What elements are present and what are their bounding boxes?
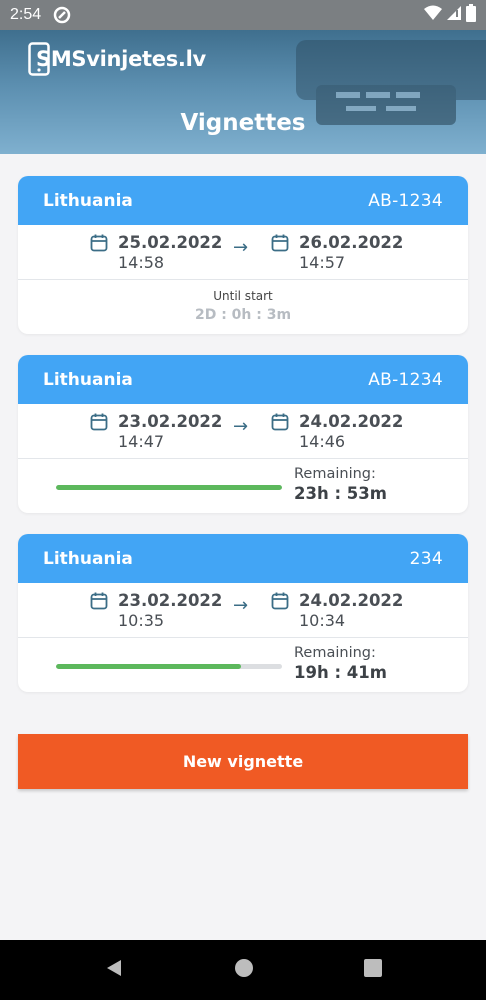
validity-dates: 25.02.2022 14:58 → 26.02.2022 14:57 <box>18 225 468 280</box>
card-header: Lithuania AB-1234 <box>18 176 468 225</box>
end-date: 24.02.2022 14:46 <box>271 412 403 451</box>
countdown: Until start 2D : 0h : 3m <box>18 280 468 334</box>
progress-bar <box>56 664 282 669</box>
end-date: 26.02.2022 14:57 <box>271 233 403 272</box>
signal-icon <box>446 5 462 25</box>
back-icon[interactable] <box>104 958 124 982</box>
calendar-icon <box>271 234 289 251</box>
wifi-icon <box>424 5 442 25</box>
data-saver-icon <box>53 6 71 24</box>
remaining-value: 19h : 41m <box>294 663 387 682</box>
end-date-value: 26.02.2022 <box>299 233 404 252</box>
start-date: 23.02.2022 14:47 <box>90 412 222 451</box>
card-header: Lithuania 234 <box>18 534 468 583</box>
progress-fill <box>56 485 282 490</box>
status-bar: 2:54 <box>0 0 486 30</box>
end-date-value: 24.02.2022 <box>299 412 404 431</box>
navigation-bar <box>0 940 486 1000</box>
plate-number: AB-1234 <box>368 369 443 390</box>
validity-dates: 23.02.2022 14:47 → 24.02.2022 14:46 <box>18 404 468 459</box>
plate-number: AB-1234 <box>368 190 443 211</box>
plate-number: 234 <box>409 548 443 569</box>
end-time-value: 14:57 <box>299 253 346 272</box>
home-icon[interactable] <box>234 958 254 982</box>
calendar-icon <box>271 592 289 609</box>
new-vignette-button[interactable]: New vignette <box>18 734 468 789</box>
remaining-label: Remaining: <box>294 645 376 661</box>
progress-fill <box>56 664 242 669</box>
country-label: Lithuania <box>43 369 133 390</box>
vignette-card[interactable]: Lithuania AB-1234 25.02.2022 14:58 → 26.… <box>18 176 468 334</box>
calendar-icon <box>90 592 108 609</box>
logo-text: SMSvinjetes.lv <box>36 47 206 71</box>
country-label: Lithuania <box>43 548 133 569</box>
remaining-label: Remaining: <box>294 466 376 482</box>
start-date-value: 23.02.2022 <box>118 591 223 610</box>
start-time-value: 10:35 <box>118 611 165 630</box>
start-date-value: 25.02.2022 <box>118 233 223 252</box>
calendar-icon <box>90 413 108 430</box>
end-date-value: 24.02.2022 <box>299 591 404 610</box>
start-date: 25.02.2022 14:58 <box>90 233 222 272</box>
status-time: 2:54 <box>10 6 42 23</box>
arrow-right-icon: → <box>233 237 249 258</box>
end-time-value: 10:34 <box>299 611 346 630</box>
vignette-card[interactable]: Lithuania 234 23.02.2022 10:35 → 24.02.2… <box>18 534 468 692</box>
start-date: 23.02.2022 10:35 <box>90 591 222 630</box>
validity-dates: 23.02.2022 10:35 → 24.02.2022 10:34 <box>18 583 468 638</box>
start-date-value: 23.02.2022 <box>118 412 223 431</box>
country-label: Lithuania <box>43 190 133 211</box>
card-header: Lithuania AB-1234 <box>18 355 468 404</box>
vignette-card[interactable]: Lithuania AB-1234 23.02.2022 14:47 → 24.… <box>18 355 468 513</box>
end-date: 24.02.2022 10:34 <box>271 591 403 630</box>
calendar-icon <box>271 413 289 430</box>
start-time-value: 14:58 <box>118 253 165 272</box>
page-title: Vignettes <box>180 110 306 136</box>
progress-bar <box>56 485 282 490</box>
countdown-label: Until start <box>213 289 273 303</box>
arrow-right-icon: → <box>233 595 249 616</box>
header-banner: SMSvinjetes.lv Vignettes <box>0 30 486 154</box>
app-logo: SMSvinjetes.lv <box>28 42 206 76</box>
end-time-value: 14:46 <box>299 432 346 451</box>
remaining-time: Remaining: 19h : 41m <box>18 638 468 692</box>
calendar-icon <box>90 234 108 251</box>
remaining-time: Remaining: 23h : 53m <box>18 459 468 513</box>
recents-icon[interactable] <box>364 959 382 981</box>
start-time-value: 14:47 <box>118 432 165 451</box>
battery-icon <box>466 4 476 26</box>
countdown-value: 2D : 0h : 3m <box>194 307 292 323</box>
arrow-right-icon: → <box>233 416 249 437</box>
remaining-value: 23h : 53m <box>294 484 387 503</box>
